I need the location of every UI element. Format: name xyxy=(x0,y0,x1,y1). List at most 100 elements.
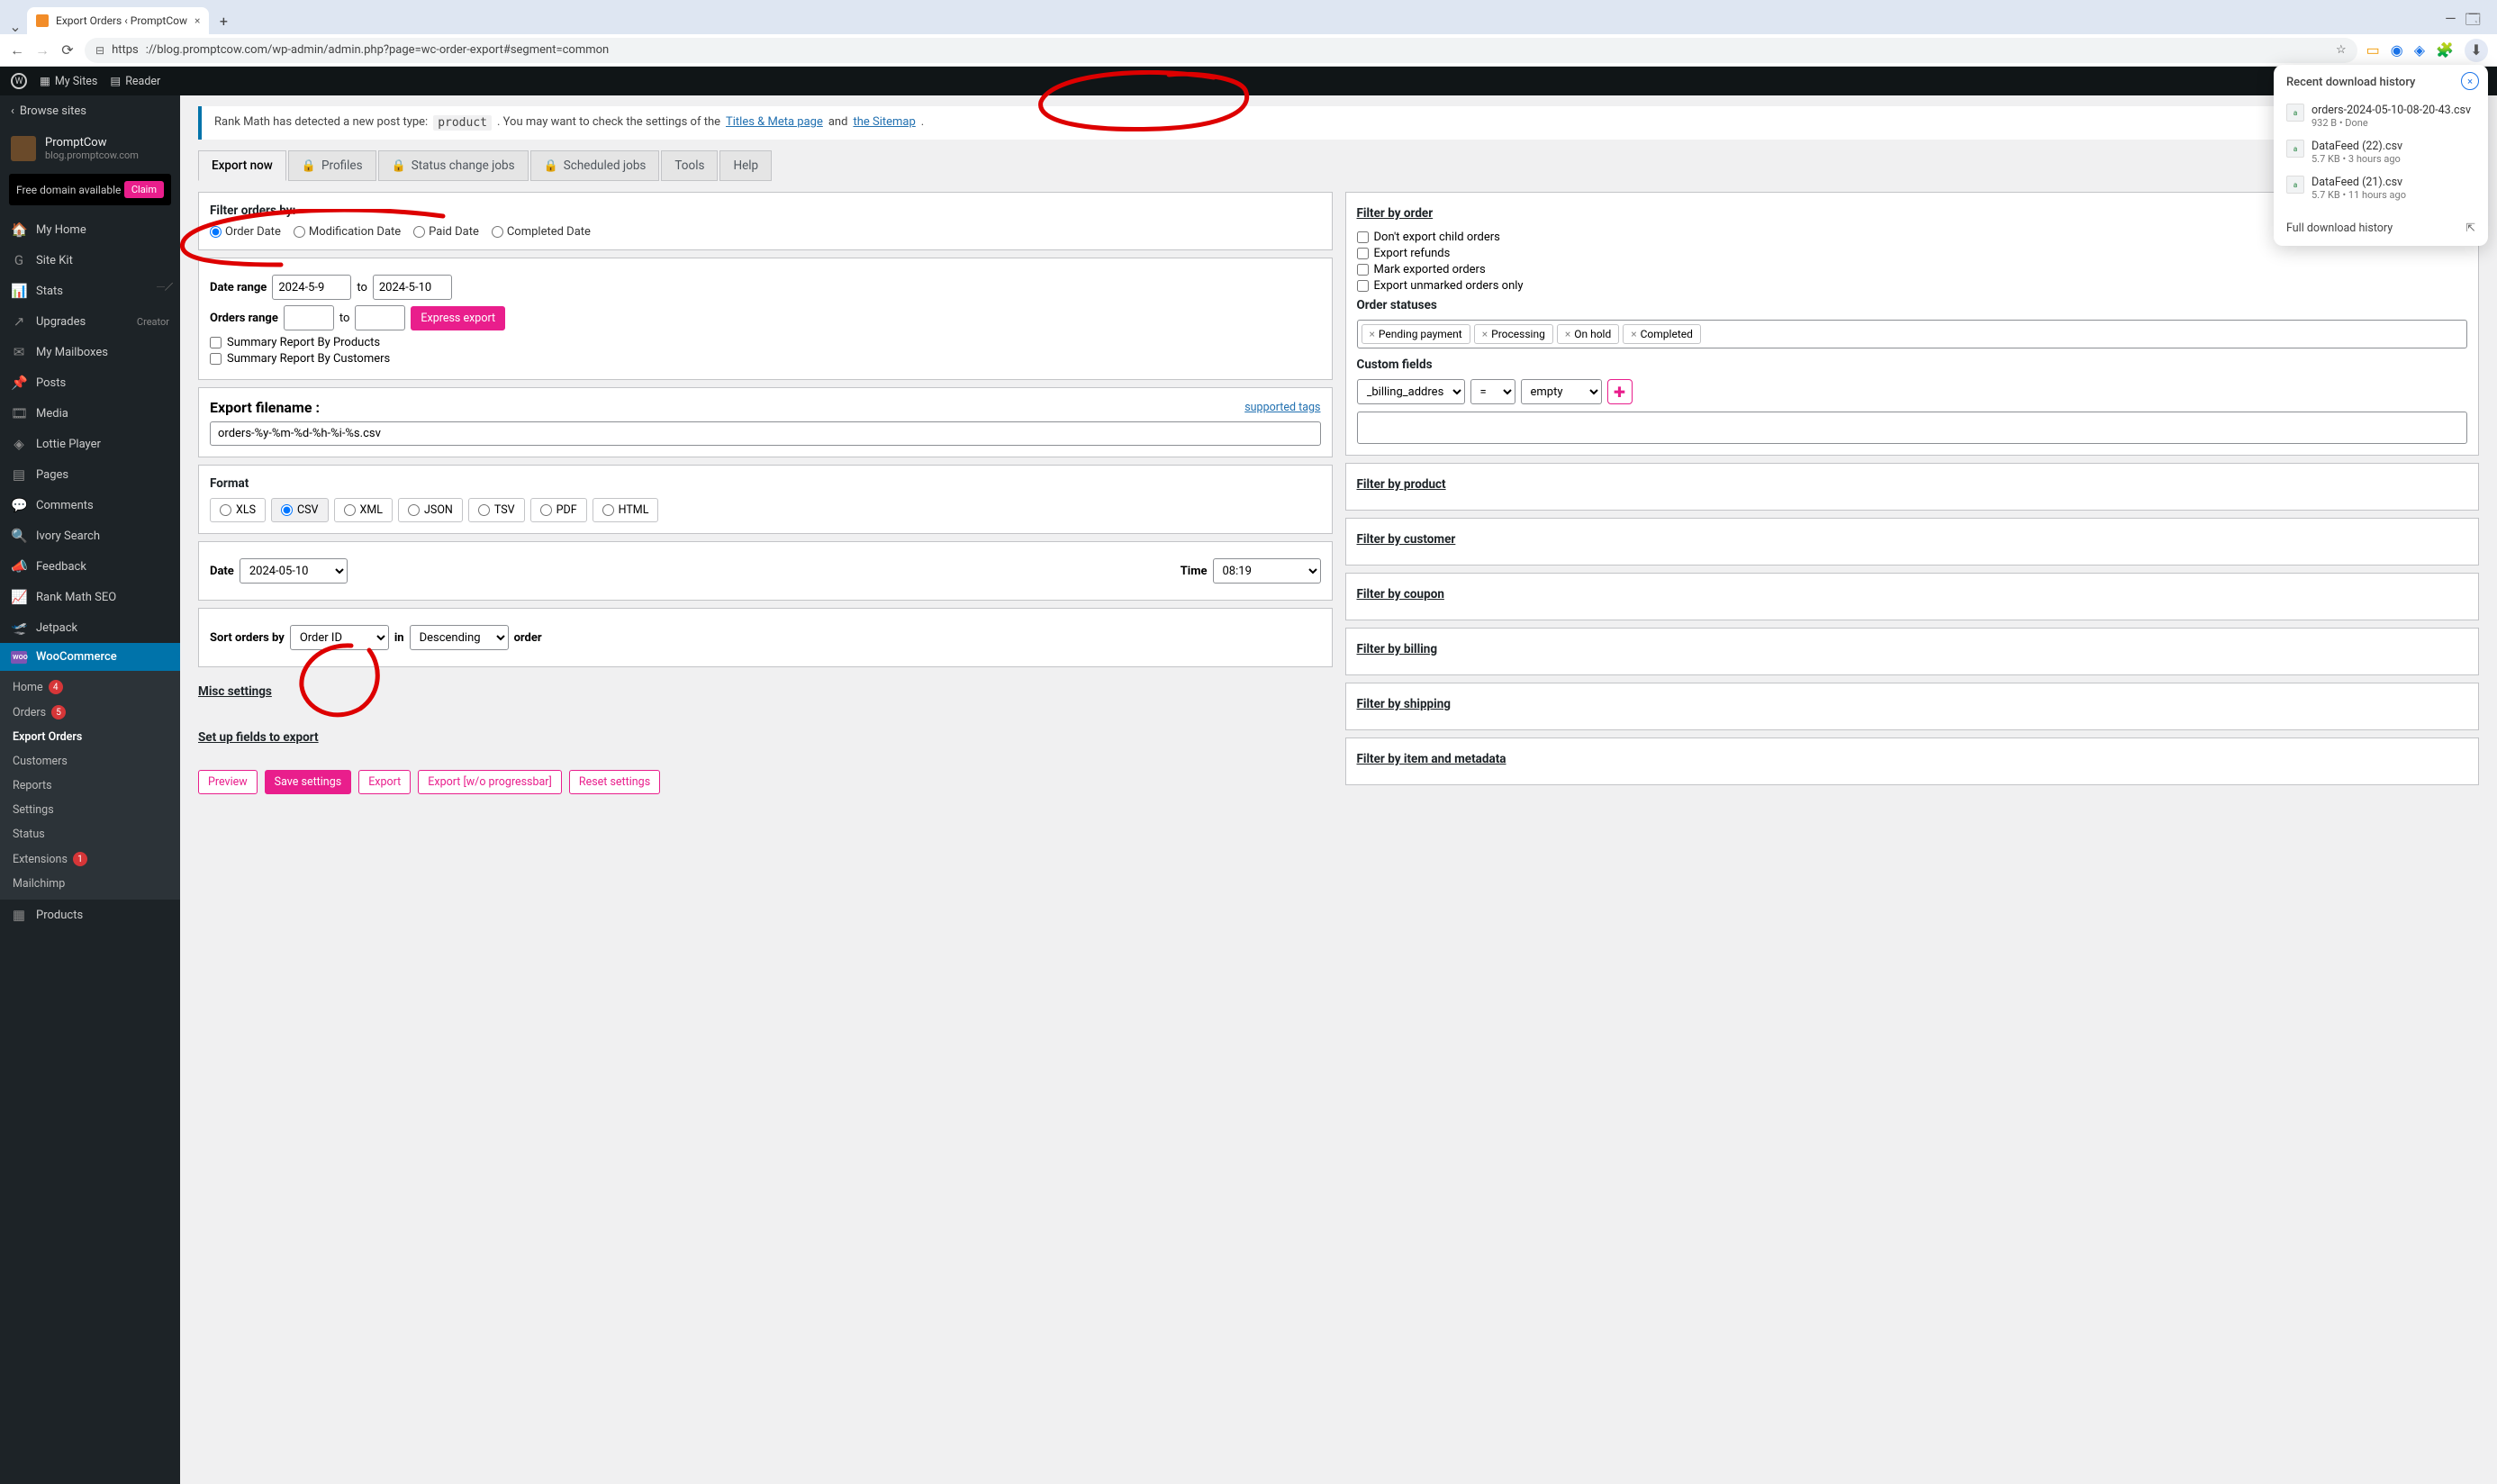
sidebar-item-site-kit[interactable]: GSite Kit xyxy=(0,245,180,276)
ext-icon-3[interactable]: ◈ xyxy=(2414,41,2425,59)
submenu-mailchimp[interactable]: Mailchimp xyxy=(0,872,180,896)
sidebar-item-products[interactable]: ▦ Products xyxy=(0,900,180,930)
sidebar-item-lottie-player[interactable]: ◈Lottie Player xyxy=(0,429,180,459)
express-export-button[interactable]: Express export xyxy=(411,306,505,330)
filter-by-customer-toggle[interactable]: Filter by customer xyxy=(1345,518,2480,566)
radio-input[interactable] xyxy=(492,226,503,238)
custom-val-select[interactable]: empty xyxy=(1521,379,1602,404)
custom-op-select[interactable]: = xyxy=(1470,379,1515,404)
claim-button[interactable]: Claim xyxy=(124,181,164,198)
back-icon[interactable]: ← xyxy=(9,42,25,59)
supported-tags-link[interactable]: supported tags xyxy=(1244,401,1320,414)
tab-menu-icon[interactable]: ⌄ xyxy=(7,18,23,34)
submenu-settings[interactable]: Settings xyxy=(0,798,180,822)
orders-to-input[interactable] xyxy=(355,305,405,330)
remove-tag-icon[interactable]: × xyxy=(1631,328,1636,340)
radio-input[interactable] xyxy=(281,504,293,516)
sidebar-item-my-home[interactable]: 🏠My Home xyxy=(0,214,180,245)
my-sites-link[interactable]: ▦ My Sites xyxy=(40,74,97,88)
status-tag-pending-payment[interactable]: ×Pending payment xyxy=(1362,324,1470,344)
sidebar-item-posts[interactable]: 📌Posts xyxy=(0,367,180,398)
date-select[interactable]: 2024-05-10 xyxy=(240,558,348,584)
new-tab-button[interactable]: + xyxy=(213,10,234,32)
sitemap-link[interactable]: the Sitemap xyxy=(853,115,915,131)
status-tag-processing[interactable]: ×Processing xyxy=(1474,324,1553,344)
tab-tools[interactable]: Tools xyxy=(661,150,718,181)
sidebar-item-comments[interactable]: 💬Comments xyxy=(0,490,180,520)
submenu-reports[interactable]: Reports xyxy=(0,774,180,798)
remove-tag-icon[interactable]: × xyxy=(1565,328,1570,340)
add-custom-field-button[interactable]: ✚ xyxy=(1607,379,1633,404)
submenu-export-orders[interactable]: Export Orders xyxy=(0,725,180,749)
tab-export-now[interactable]: Export now xyxy=(198,150,286,181)
filename-input[interactable] xyxy=(210,421,1321,446)
minimize-icon[interactable]: — xyxy=(2445,10,2456,34)
tab-scheduled-jobs[interactable]: 🔒Scheduled jobs xyxy=(530,150,660,181)
url-field[interactable]: ⊟ https://blog.promptcow.com/wp-admin/ad… xyxy=(85,38,2357,63)
submenu-orders[interactable]: Orders5 xyxy=(0,700,180,725)
remove-tag-icon[interactable]: × xyxy=(1370,328,1375,340)
download-item[interactable]: DataFeed (21).csv5.7 KB • 11 hours ago xyxy=(2286,170,2475,206)
setup-fields-toggle[interactable]: Set up fields to export xyxy=(198,720,1333,759)
sidebar-item-feedback[interactable]: 📣Feedback xyxy=(0,551,180,582)
radio-completed-date[interactable]: Completed Date xyxy=(492,225,591,239)
format-xls[interactable]: XLS xyxy=(210,498,266,522)
format-html[interactable]: HTML xyxy=(593,498,659,522)
sidebar-item-pages[interactable]: ▤Pages xyxy=(0,459,180,490)
filter-by-item-and-metadata-toggle[interactable]: Filter by item and metadata xyxy=(1345,737,2480,785)
radio-input[interactable] xyxy=(478,504,490,516)
summary-products-checkbox[interactable] xyxy=(210,337,222,348)
ext-icon-2[interactable]: ◉ xyxy=(2391,41,2403,59)
browse-sites-link[interactable]: ‹Browse sites xyxy=(0,95,180,127)
orders-from-input[interactable] xyxy=(284,305,334,330)
export-w-o-progressbar--button[interactable]: Export [w/o progressbar] xyxy=(418,770,562,794)
status-tag-on-hold[interactable]: ×On hold xyxy=(1557,324,1619,344)
ext-icon[interactable]: ▭ xyxy=(2366,41,2380,59)
format-pdf[interactable]: PDF xyxy=(530,498,587,522)
close-popup-button[interactable]: × xyxy=(2461,72,2479,90)
tab-help[interactable]: Help xyxy=(719,150,772,181)
downloads-icon[interactable]: ⬇ xyxy=(2465,39,2488,62)
format-tsv[interactable]: TSV xyxy=(468,498,525,522)
checkbox-export-unmarked-orders-only[interactable] xyxy=(1357,280,1369,292)
browser-tab[interactable]: Export Orders ‹ PromptCow × xyxy=(27,7,209,34)
sort-field-select[interactable]: Order ID xyxy=(290,625,389,650)
filter-by-coupon-toggle[interactable]: Filter by coupon xyxy=(1345,573,2480,620)
bookmark-icon[interactable]: ☆ xyxy=(2336,43,2347,57)
date-from-input[interactable] xyxy=(272,275,351,300)
radio-input[interactable] xyxy=(210,226,222,238)
checkbox-export-refunds[interactable] xyxy=(1357,248,1369,259)
sidebar-item-woocommerce[interactable]: wooWooCommerce xyxy=(0,643,180,671)
tab-status-change-jobs[interactable]: 🔒Status change jobs xyxy=(378,150,529,181)
reset-settings-button[interactable]: Reset settings xyxy=(569,770,660,794)
extensions-icon[interactable]: 🧩 xyxy=(2436,41,2454,59)
download-item[interactable]: DataFeed (22).csv5.7 KB • 3 hours ago xyxy=(2286,134,2475,170)
custom-field-tags[interactable] xyxy=(1357,412,2468,444)
date-to-input[interactable] xyxy=(373,275,452,300)
filter-by-billing-toggle[interactable]: Filter by billing xyxy=(1345,628,2480,675)
custom-field-select[interactable]: _billing_address_1 xyxy=(1357,379,1465,404)
remove-tag-icon[interactable]: × xyxy=(1482,328,1488,340)
radio-input[interactable] xyxy=(413,226,425,238)
site-info-icon[interactable]: ⊟ xyxy=(95,44,104,57)
sidebar-item-upgrades[interactable]: ↗UpgradesCreator xyxy=(0,306,180,337)
format-xml[interactable]: XML xyxy=(334,498,393,522)
sidebar-item-my-mailboxes[interactable]: ✉My Mailboxes xyxy=(0,337,180,367)
checkbox-don-t-export-child-orders[interactable] xyxy=(1357,231,1369,243)
radio-order-date[interactable]: Order Date xyxy=(210,225,281,239)
reader-link[interactable]: ▤ Reader xyxy=(110,74,160,88)
full-history-link[interactable]: Full download history xyxy=(2286,222,2393,235)
sort-dir-select[interactable]: Descending xyxy=(410,625,509,650)
chevron-down-icon[interactable]: 🗔 xyxy=(2465,10,2481,34)
wp-logo-icon[interactable]: W xyxy=(11,73,27,89)
preview-button[interactable]: Preview xyxy=(198,770,258,794)
close-icon[interactable]: × xyxy=(195,14,200,27)
radio-input[interactable] xyxy=(408,504,420,516)
radio-input[interactable] xyxy=(602,504,614,516)
reload-icon[interactable]: ⟳ xyxy=(59,42,76,59)
titles-meta-link[interactable]: Titles & Meta page xyxy=(726,115,823,131)
submenu-customers[interactable]: Customers xyxy=(0,749,180,774)
order-statuses-tags[interactable]: ×Pending payment×Processing×On hold×Comp… xyxy=(1357,320,2468,348)
status-tag-completed[interactable]: ×Completed xyxy=(1623,324,1701,344)
summary-customers-checkbox[interactable] xyxy=(210,353,222,365)
